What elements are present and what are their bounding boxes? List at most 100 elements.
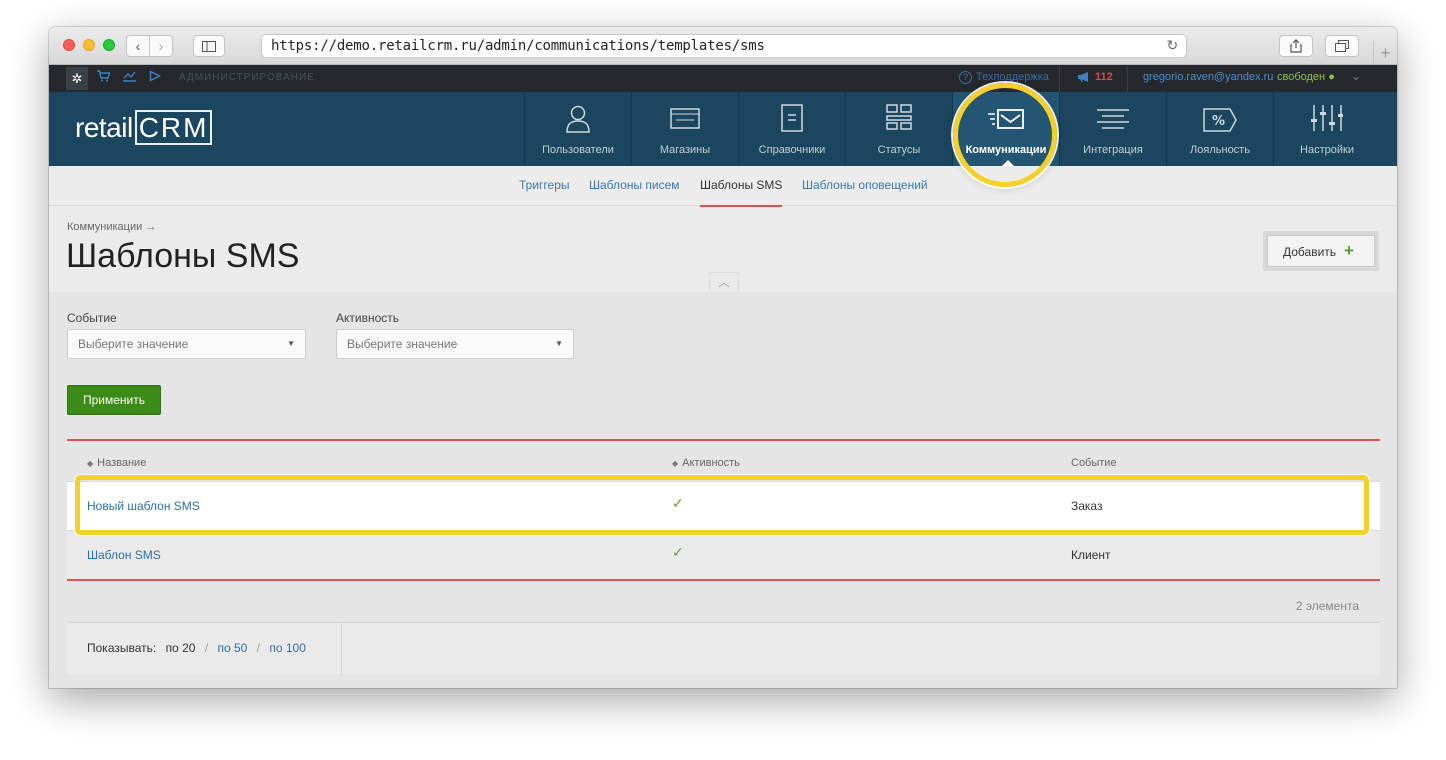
- store-icon: [670, 108, 700, 129]
- close-window-button[interactable]: [63, 39, 75, 51]
- separator: /: [204, 641, 209, 655]
- help-icon: ?: [959, 71, 972, 84]
- nav-item-label: Настройки: [1300, 144, 1354, 156]
- column-header-activity[interactable]: ◆ Активность: [672, 457, 740, 469]
- page-title: Шаблоны SMS: [66, 237, 300, 275]
- page-size-20[interactable]: по 20: [166, 641, 196, 655]
- page-size-selector: Показывать: по 20 / по 50 / по 100: [67, 623, 342, 675]
- items-count: 2 элемента: [1295, 599, 1359, 613]
- column-header-name[interactable]: ◆ Название: [87, 457, 146, 469]
- checkmark-icon: ✓: [672, 544, 684, 560]
- template-event: Клиент: [1071, 548, 1111, 562]
- user-status[interactable]: свободен ●: [1277, 71, 1335, 83]
- nav-item-directories[interactable]: Справочники: [738, 92, 845, 166]
- user-email-link[interactable]: gregorio.raven@yandex.ru: [1143, 71, 1273, 83]
- separator: /: [256, 641, 260, 655]
- nav-item-statuses[interactable]: Статусы: [845, 92, 952, 166]
- megaphone-icon[interactable]: [1077, 71, 1091, 86]
- url-text: https://demo.retailcrm.ru/admin/communic…: [271, 38, 765, 54]
- reload-icon[interactable]: ↻: [1166, 35, 1178, 57]
- nav-item-stores[interactable]: Магазины: [631, 92, 738, 166]
- nav-item-settings[interactable]: Настройки: [1273, 92, 1380, 166]
- page-size-50[interactable]: по 50: [217, 641, 247, 655]
- nav-item-label: Справочники: [758, 144, 826, 156]
- page-size-label: Показывать:: [87, 641, 157, 655]
- forward-button[interactable]: ›: [149, 35, 173, 57]
- status-grid-icon: [886, 104, 912, 130]
- nav-item-label: Лояльность: [1190, 144, 1250, 156]
- sub-navigation: Триггеры Шаблоны писем Шаблоны SMS Шабло…: [49, 166, 1397, 207]
- play-icon[interactable]: [149, 70, 162, 85]
- table-bottom-border: [67, 579, 1380, 581]
- nav-item-integration[interactable]: Интеграция: [1059, 92, 1166, 166]
- activity-select-value: Выберите значение: [347, 337, 458, 351]
- zoom-window-button[interactable]: [103, 39, 115, 51]
- nav-item-label: Пользователи: [542, 144, 614, 156]
- nav-item-loyalty[interactable]: % Лояльность: [1166, 92, 1273, 166]
- tab-sms-templates[interactable]: Шаблоны SMS: [700, 178, 783, 207]
- tabs-icon: [1335, 40, 1349, 52]
- highlight-circle: [953, 83, 1057, 187]
- column-header-event: Событие: [1071, 457, 1117, 469]
- main-header: retail CRM Пользователи Магазины Справочн…: [49, 92, 1397, 166]
- cart-icon[interactable]: [97, 70, 111, 85]
- template-name-link[interactable]: Шаблон SMS: [87, 548, 161, 562]
- sort-icon: ◆: [87, 459, 94, 468]
- event-filter-label: Событие: [67, 311, 117, 325]
- nav-item-users[interactable]: Пользователи: [524, 92, 631, 166]
- chevron-up-icon: ︿: [718, 277, 730, 289]
- browser-window: ‹ › https://demo.retailcrm.ru/admin/comm…: [49, 27, 1397, 688]
- minimize-window-button[interactable]: [83, 39, 95, 51]
- add-button[interactable]: Добавить +: [1267, 235, 1375, 267]
- book-icon: [781, 104, 803, 132]
- caret-down-icon: ▼: [555, 339, 563, 348]
- activity-select[interactable]: Выберите значение ▼: [336, 329, 574, 359]
- share-button[interactable]: [1279, 35, 1313, 57]
- tab-email-templates[interactable]: Шаблоны писем: [589, 178, 680, 192]
- user-icon: [566, 105, 590, 133]
- divider: [1127, 65, 1128, 92]
- page-size-100[interactable]: по 100: [269, 641, 306, 655]
- gear-icon[interactable]: ✲: [66, 67, 88, 90]
- share-icon: [1290, 39, 1302, 53]
- add-button-wrapper: Добавить +: [1263, 231, 1379, 271]
- retailcrm-logo[interactable]: retail CRM: [75, 110, 213, 145]
- support-label: Техподдержка: [976, 71, 1049, 83]
- event-select-value: Выберите значение: [78, 337, 189, 351]
- nav-item-label: Магазины: [659, 144, 711, 156]
- sort-icon: ◆: [672, 459, 679, 468]
- back-button[interactable]: ‹: [126, 35, 150, 57]
- notifications-count[interactable]: 112: [1095, 71, 1113, 83]
- integration-icon: [1097, 109, 1129, 129]
- status-dot-icon: ●: [1328, 71, 1335, 83]
- svg-text:%: %: [1212, 114, 1225, 129]
- breadcrumb[interactable]: Коммуникации →: [67, 221, 156, 233]
- chart-icon[interactable]: [123, 70, 136, 85]
- nav-item-label: Статусы: [877, 144, 921, 156]
- address-bar[interactable]: https://demo.retailcrm.ru/admin/communic…: [261, 34, 1187, 58]
- logo-text: retail: [75, 112, 133, 143]
- pagination-bar: Показывать: по 20 / по 50 / по 100: [67, 622, 1380, 675]
- divider: [1059, 65, 1060, 92]
- table-row[interactable]: Шаблон SMS ✓ Клиент: [67, 530, 1380, 579]
- nav-item-label: Интеграция: [1083, 144, 1143, 156]
- tabs-overview-button[interactable]: [1325, 35, 1359, 57]
- logo-crm: CRM: [134, 110, 213, 145]
- apply-button[interactable]: Применить: [67, 385, 161, 415]
- event-select[interactable]: Выберите значение ▼: [67, 329, 306, 359]
- user-status-label: свободен: [1277, 71, 1326, 83]
- collapse-filters-button[interactable]: ︿: [709, 272, 739, 292]
- activity-filter-label: Активность: [336, 311, 400, 325]
- tab-notification-templates[interactable]: Шаблоны оповещений: [802, 178, 928, 192]
- highlight-frame: [75, 475, 1369, 535]
- tab-triggers[interactable]: Триггеры: [519, 178, 570, 192]
- admin-section-label: АДМИНИСТРИРОВАНИЕ: [179, 72, 315, 83]
- chevron-down-icon[interactable]: ⌄: [1351, 69, 1361, 83]
- sidebar-toggle-button[interactable]: [193, 35, 225, 57]
- new-tab-button[interactable]: +: [1373, 41, 1397, 65]
- caret-down-icon: ▼: [287, 339, 295, 348]
- browser-toolbar: ‹ › https://demo.retailcrm.ru/admin/comm…: [49, 27, 1397, 65]
- percent-tag-icon: %: [1203, 108, 1237, 132]
- sliders-icon: [1311, 105, 1344, 131]
- admin-bar: ✲ АДМИНИСТРИРОВАНИЕ ? Техподдержка 112 gr…: [49, 65, 1397, 92]
